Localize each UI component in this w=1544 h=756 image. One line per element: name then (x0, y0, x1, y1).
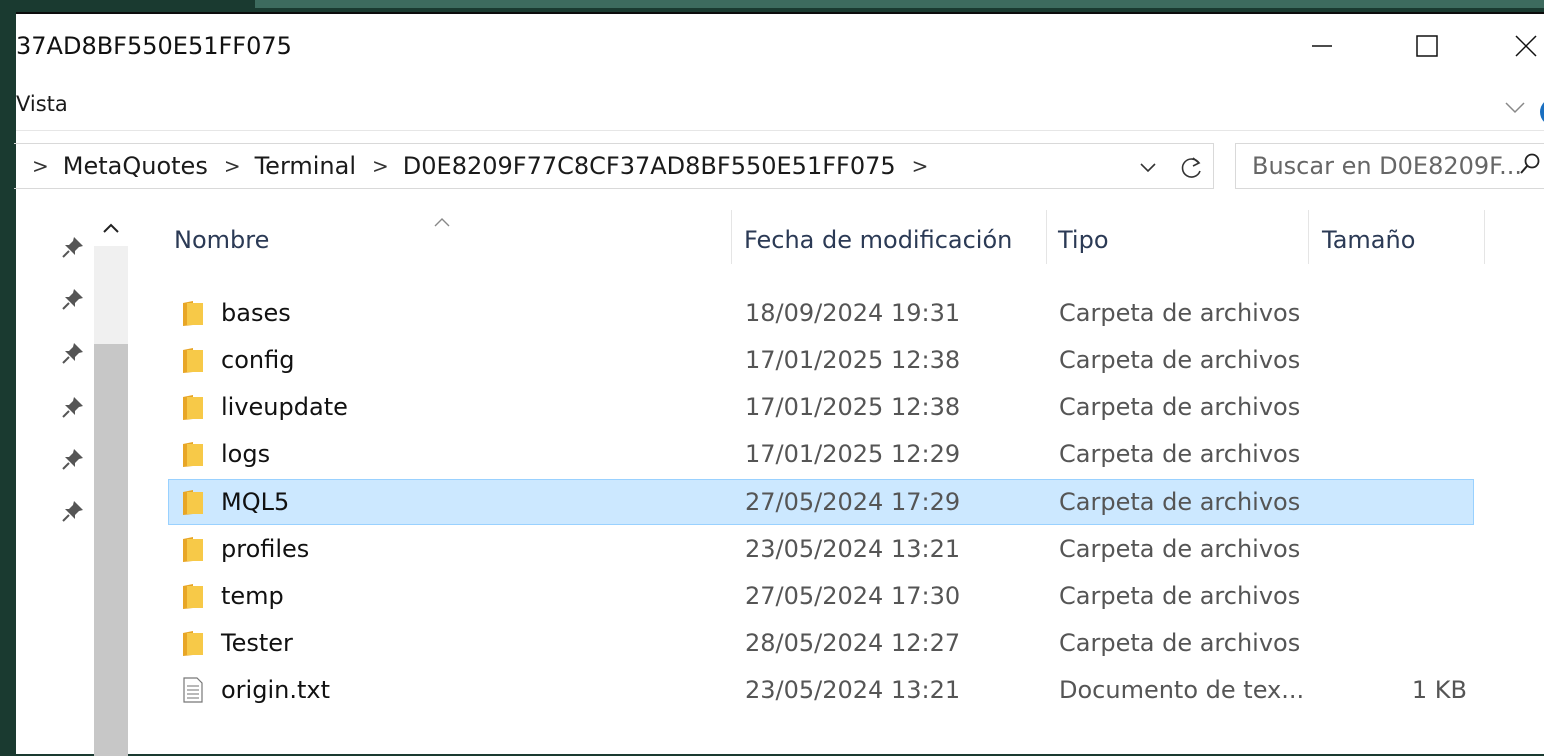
title-bar[interactable]: 37AD8BF550E51FF075 (16, 14, 1544, 80)
file-name: bases (221, 299, 291, 327)
file-type: Carpeta de archivos (1059, 629, 1301, 657)
file-date: 17/01/2025 12:38 (745, 346, 961, 374)
file-size: 1 KB (1411, 676, 1467, 704)
breadcrumb-metaquotes[interactable]: MetaQuotes (63, 152, 208, 180)
background-window-edge (255, 0, 1544, 8)
sort-ascending-icon (433, 206, 451, 234)
file-row[interactable]: bases 18/09/2024 19:31 Carpeta de archiv… (168, 290, 1474, 336)
column-divider[interactable] (1484, 210, 1485, 264)
pin-icon[interactable] (60, 286, 86, 312)
column-divider[interactable] (1308, 210, 1309, 264)
column-header-name[interactable]: Nombre (174, 226, 269, 254)
chevron-right-icon[interactable]: > (912, 154, 929, 178)
file-row[interactable]: liveupdate 17/01/2025 12:38 Carpeta de a… (168, 384, 1474, 430)
file-type: Carpeta de archivos (1059, 299, 1301, 327)
refresh-icon (1181, 157, 1201, 178)
chevron-down-icon (1505, 102, 1525, 114)
address-row: > MetaQuotes > Terminal > D0E8209F77C8CF… (14, 130, 1544, 207)
close-icon (1515, 35, 1537, 57)
pin-icon[interactable] (60, 340, 86, 366)
file-date: 28/05/2024 12:27 (745, 629, 961, 657)
file-row[interactable]: temp 27/05/2024 17:30 Carpeta de archivo… (168, 573, 1474, 619)
pin-icon[interactable] (60, 498, 86, 524)
refresh-button[interactable] (1172, 152, 1212, 184)
file-name: temp (221, 582, 284, 610)
chevron-down-icon (1140, 163, 1156, 173)
expand-ribbon-button[interactable] (1502, 94, 1528, 120)
file-date: 27/05/2024 17:29 (745, 488, 961, 516)
breadcrumb-terminal[interactable]: Terminal (255, 152, 356, 180)
file-date: 27/05/2024 17:30 (745, 582, 961, 610)
file-type: Carpeta de archivos (1059, 440, 1301, 468)
search-box[interactable]: Buscar en D0E8209F... (1235, 143, 1544, 189)
nav-scroll-up-button[interactable] (100, 218, 122, 246)
close-button[interactable] (1500, 24, 1544, 68)
chevron-right-icon[interactable]: > (32, 154, 49, 178)
folder-icon (181, 299, 205, 333)
text-file-icon (181, 676, 205, 710)
file-row-selected[interactable]: MQL5 27/05/2024 17:29 Carpeta de archivo… (168, 479, 1474, 525)
minimize-button[interactable] (1296, 24, 1348, 68)
file-name: MQL5 (221, 488, 290, 516)
folder-icon (181, 582, 205, 616)
file-name: origin.txt (221, 676, 330, 704)
column-header-date[interactable]: Fecha de modificación (744, 226, 1012, 254)
search-icon (1518, 152, 1542, 182)
ribbon: Vista (16, 80, 1544, 128)
file-name: logs (221, 440, 271, 468)
file-date: 23/05/2024 13:21 (745, 676, 961, 704)
chevron-up-icon (103, 223, 119, 233)
breadcrumb: > MetaQuotes > Terminal > D0E8209F77C8CF… (32, 152, 942, 180)
minimize-icon (1312, 45, 1332, 47)
file-name: profiles (221, 535, 310, 563)
file-date: 17/01/2025 12:38 (745, 393, 961, 421)
column-header-type[interactable]: Tipo (1058, 226, 1109, 254)
folder-icon (181, 393, 205, 427)
file-list: Nombre Fecha de modificación Tipo Tamaño… (128, 206, 1544, 754)
folder-icon (181, 629, 205, 663)
file-type: Carpeta de archivos (1059, 488, 1301, 516)
pin-icon[interactable] (60, 394, 86, 420)
address-history-dropdown[interactable] (1137, 156, 1159, 184)
file-date: 17/01/2025 12:29 (745, 440, 961, 468)
chevron-right-icon[interactable]: > (372, 154, 389, 178)
folder-icon (181, 535, 205, 569)
tab-vista[interactable]: Vista (16, 92, 68, 116)
file-type: Carpeta de archivos (1059, 393, 1301, 421)
nav-scrollbar-thumb[interactable] (94, 344, 128, 756)
file-row[interactable]: logs 17/01/2025 12:29 Carpeta de archivo… (168, 431, 1474, 477)
column-divider[interactable] (1046, 210, 1047, 264)
folder-icon (181, 440, 205, 474)
file-type: Carpeta de archivos (1059, 346, 1301, 374)
address-bar[interactable]: > MetaQuotes > Terminal > D0E8209F77C8CF… (14, 143, 1214, 189)
file-date: 23/05/2024 13:21 (745, 535, 961, 563)
file-name: Tester (221, 629, 293, 657)
column-header-size[interactable]: Tamaño (1322, 226, 1415, 254)
file-name: liveupdate (221, 393, 348, 421)
file-date: 18/09/2024 19:31 (745, 299, 961, 327)
file-row[interactable]: Tester 28/05/2024 12:27 Carpeta de archi… (168, 620, 1474, 666)
file-row[interactable]: config 17/01/2025 12:38 Carpeta de archi… (168, 337, 1474, 383)
file-type: Carpeta de archivos (1059, 582, 1301, 610)
maximize-button[interactable] (1401, 24, 1453, 68)
search-placeholder: Buscar en D0E8209F... (1252, 152, 1523, 180)
folder-icon (181, 488, 205, 522)
file-type: Documento de tex... (1059, 676, 1305, 704)
maximize-icon (1416, 35, 1438, 57)
breadcrumb-current-folder[interactable]: D0E8209F77C8CF37AD8BF550E51FF075 (403, 152, 896, 180)
file-name: config (221, 346, 295, 374)
window-title: 37AD8BF550E51FF075 (16, 32, 292, 60)
navigation-pane (16, 206, 128, 756)
folder-icon (181, 346, 205, 380)
file-row[interactable]: profiles 23/05/2024 13:21 Carpeta de arc… (168, 526, 1474, 572)
file-type: Carpeta de archivos (1059, 535, 1301, 563)
pin-icon[interactable] (60, 234, 86, 260)
file-explorer-window: 37AD8BF550E51FF075 Vista > MetaQuotes > … (14, 12, 1544, 756)
column-divider[interactable] (731, 210, 732, 264)
column-header-row: Nombre Fecha de modificación Tipo Tamaño (128, 206, 1544, 278)
chevron-right-icon[interactable]: > (224, 154, 241, 178)
file-row[interactable]: origin.txt 23/05/2024 13:21 Documento de… (168, 667, 1474, 713)
pin-icon[interactable] (60, 446, 86, 472)
